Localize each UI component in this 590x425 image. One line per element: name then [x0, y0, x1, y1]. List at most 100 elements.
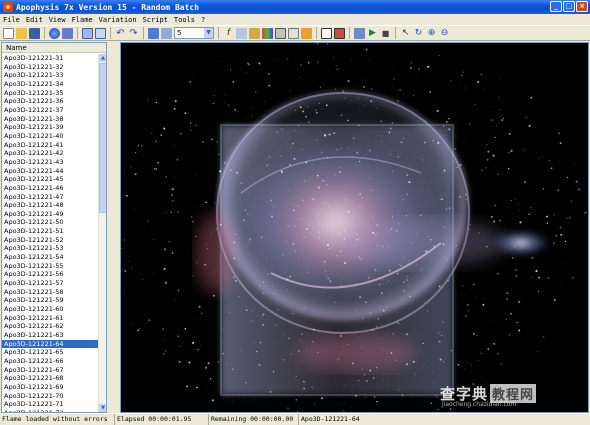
menu-tools[interactable]: Tools [174, 16, 195, 24]
list-item[interactable]: Apo3D-121221-66 [2, 357, 99, 366]
list-item[interactable]: Apo3D-121221-46 [2, 184, 99, 193]
list-item[interactable]: Apo3D-121221-55 [2, 262, 99, 271]
list-item[interactable]: Apo3D-121221-34 [2, 80, 99, 89]
adjust-icon[interactable] [249, 27, 260, 39]
redo-icon[interactable]: ↷ [128, 28, 139, 39]
undo-icon[interactable]: ↶ [115, 28, 126, 39]
list-item[interactable]: Apo3D-121221-38 [2, 115, 99, 124]
mutate-icon[interactable] [275, 27, 286, 39]
zoom-in-icon[interactable]: ⊕ [426, 28, 437, 39]
list-item[interactable]: Apo3D-121221-71 [2, 400, 99, 409]
list-item[interactable]: Apo3D-121221-67 [2, 366, 99, 375]
transform-icon[interactable] [288, 27, 299, 39]
toolbar-separator [316, 27, 317, 39]
title-bar[interactable]: Apophysis 7x Version 15 - Random Batch _… [0, 0, 590, 14]
list-item[interactable]: Apo3D-121221-62 [2, 322, 99, 331]
list-item[interactable]: Apo3D-121221-47 [2, 193, 99, 202]
list-item[interactable]: Apo3D-121221-51 [2, 227, 99, 236]
favorites-icon[interactable] [301, 27, 312, 39]
crop-icon[interactable] [334, 27, 345, 39]
list-scrollbar[interactable]: ▲ ▼ [98, 54, 106, 412]
list-item[interactable]: Apo3D-121221-40 [2, 132, 99, 141]
list-item[interactable]: Apo3D-121221-49 [2, 210, 99, 219]
scroll-up-icon[interactable]: ▲ [99, 54, 106, 62]
panel-splitter[interactable] [108, 42, 120, 413]
list-item[interactable]: Apo3D-121221-54 [2, 253, 99, 262]
editor-icon[interactable] [236, 27, 247, 39]
minimize-button[interactable]: _ [550, 1, 562, 12]
zoom-out-icon[interactable]: ⊖ [439, 28, 450, 39]
list-item[interactable]: Apo3D-121221-65 [2, 348, 99, 357]
list-item[interactable]: Apo3D-121221-43 [2, 158, 99, 167]
toolbar-separator [349, 27, 350, 39]
list-header-name[interactable]: Name [2, 43, 106, 53]
menu-variation[interactable]: Variation [99, 16, 137, 24]
open-folder-icon[interactable] [16, 27, 27, 39]
toolbar: ↶ ↷ 5 ▼ f ▶ ■ ↖ ↻ ⊕ ⊖ [0, 25, 590, 41]
menu-edit[interactable]: Edit [26, 16, 43, 24]
list-item[interactable]: Apo3D-121221-52 [2, 236, 99, 245]
save-disk-icon[interactable] [29, 27, 40, 39]
toolbar-separator [395, 27, 396, 39]
list-item[interactable]: Apo3D-121221-68 [2, 374, 99, 383]
list-item[interactable]: Apo3D-121221-42 [2, 149, 99, 158]
flame-list[interactable]: Name Apo3D-121221-31 Apo3D-121221-32 Apo3D… [1, 42, 107, 413]
pointer-icon[interactable]: ↖ [400, 28, 411, 39]
function-icon[interactable]: f [223, 28, 234, 39]
scroll-down-icon[interactable]: ▼ [99, 404, 106, 412]
random-batch-icon[interactable] [49, 27, 60, 39]
list-item[interactable]: Apo3D-121221-58 [2, 288, 99, 297]
gradient-icon[interactable] [262, 27, 273, 39]
status-elapsed: Elapsed 00:00:01.95 [115, 414, 209, 425]
list-view-icon[interactable] [82, 27, 93, 39]
list-item[interactable]: Apo3D-121221-44 [2, 167, 99, 176]
list-item[interactable]: Apo3D-121221-39 [2, 123, 99, 132]
list-item[interactable]: Apo3D-121221-56 [2, 270, 99, 279]
list-item[interactable]: Apo3D-121221-70 [2, 392, 99, 401]
list-item[interactable]: Apo3D-121221-61 [2, 314, 99, 323]
maximize-button[interactable]: □ [563, 1, 575, 12]
quality-select[interactable]: 5 ▼ [174, 27, 214, 39]
menu-script[interactable]: Script [143, 16, 168, 24]
list-item[interactable]: Apo3D-121221-64 [2, 339, 99, 349]
stop-icon[interactable]: ■ [380, 28, 391, 39]
render-icon[interactable] [62, 27, 73, 39]
list-item[interactable]: Apo3D-121221-45 [2, 175, 99, 184]
icon-view-icon[interactable] [95, 27, 106, 39]
list-item[interactable]: Apo3D-121221-41 [2, 141, 99, 150]
menu-help[interactable]: ? [201, 16, 205, 24]
list-item[interactable]: Apo3D-121221-48 [2, 201, 99, 210]
fractal-flame-image [121, 43, 588, 412]
menu-view[interactable]: View [49, 16, 66, 24]
list-item[interactable]: Apo3D-121221-33 [2, 71, 99, 80]
list-item[interactable]: Apo3D-121221-37 [2, 106, 99, 115]
list-item[interactable]: Apo3D-121221-57 [2, 279, 99, 288]
menu-file[interactable]: File [3, 16, 20, 24]
list-item[interactable]: Apo3D-121221-53 [2, 244, 99, 253]
list-item[interactable]: Apo3D-121221-35 [2, 89, 99, 98]
status-bar: Flame loaded without errors Elapsed 00:0… [0, 413, 590, 425]
list-item[interactable]: Apo3D-121221-63 [2, 331, 99, 340]
menu-flame[interactable]: Flame [72, 16, 93, 24]
full-screen-icon[interactable] [148, 27, 159, 39]
list-item[interactable]: Apo3D-121221-31 [2, 54, 99, 63]
close-button[interactable]: × [576, 1, 588, 12]
scroll-thumb[interactable] [99, 63, 106, 213]
flame-preview-canvas[interactable]: 查字典 教程网 jiaocheng.chazidian.com [120, 42, 589, 413]
list-item[interactable]: Apo3D-121221-60 [2, 305, 99, 314]
list-item[interactable]: Apo3D-121221-36 [2, 97, 99, 106]
zoom-icon[interactable] [161, 27, 172, 39]
toolbar-separator [143, 27, 144, 39]
new-file-icon[interactable] [3, 27, 14, 39]
chevron-down-icon[interactable]: ▼ [204, 28, 213, 38]
list-item[interactable]: Apo3D-121221-69 [2, 383, 99, 392]
list-item[interactable]: Apo3D-121221-50 [2, 218, 99, 227]
apophysis-app-icon[interactable] [3, 2, 13, 12]
preview-icon[interactable] [354, 27, 365, 39]
play-icon[interactable]: ▶ [367, 28, 378, 39]
frame-icon[interactable] [321, 27, 332, 39]
rotate-icon[interactable]: ↻ [413, 28, 424, 39]
list-item[interactable]: Apo3D-121221-59 [2, 296, 99, 305]
watermark: 查字典 教程网 jiaocheng.chazidian.com [440, 383, 580, 409]
list-item[interactable]: Apo3D-121221-32 [2, 63, 99, 72]
